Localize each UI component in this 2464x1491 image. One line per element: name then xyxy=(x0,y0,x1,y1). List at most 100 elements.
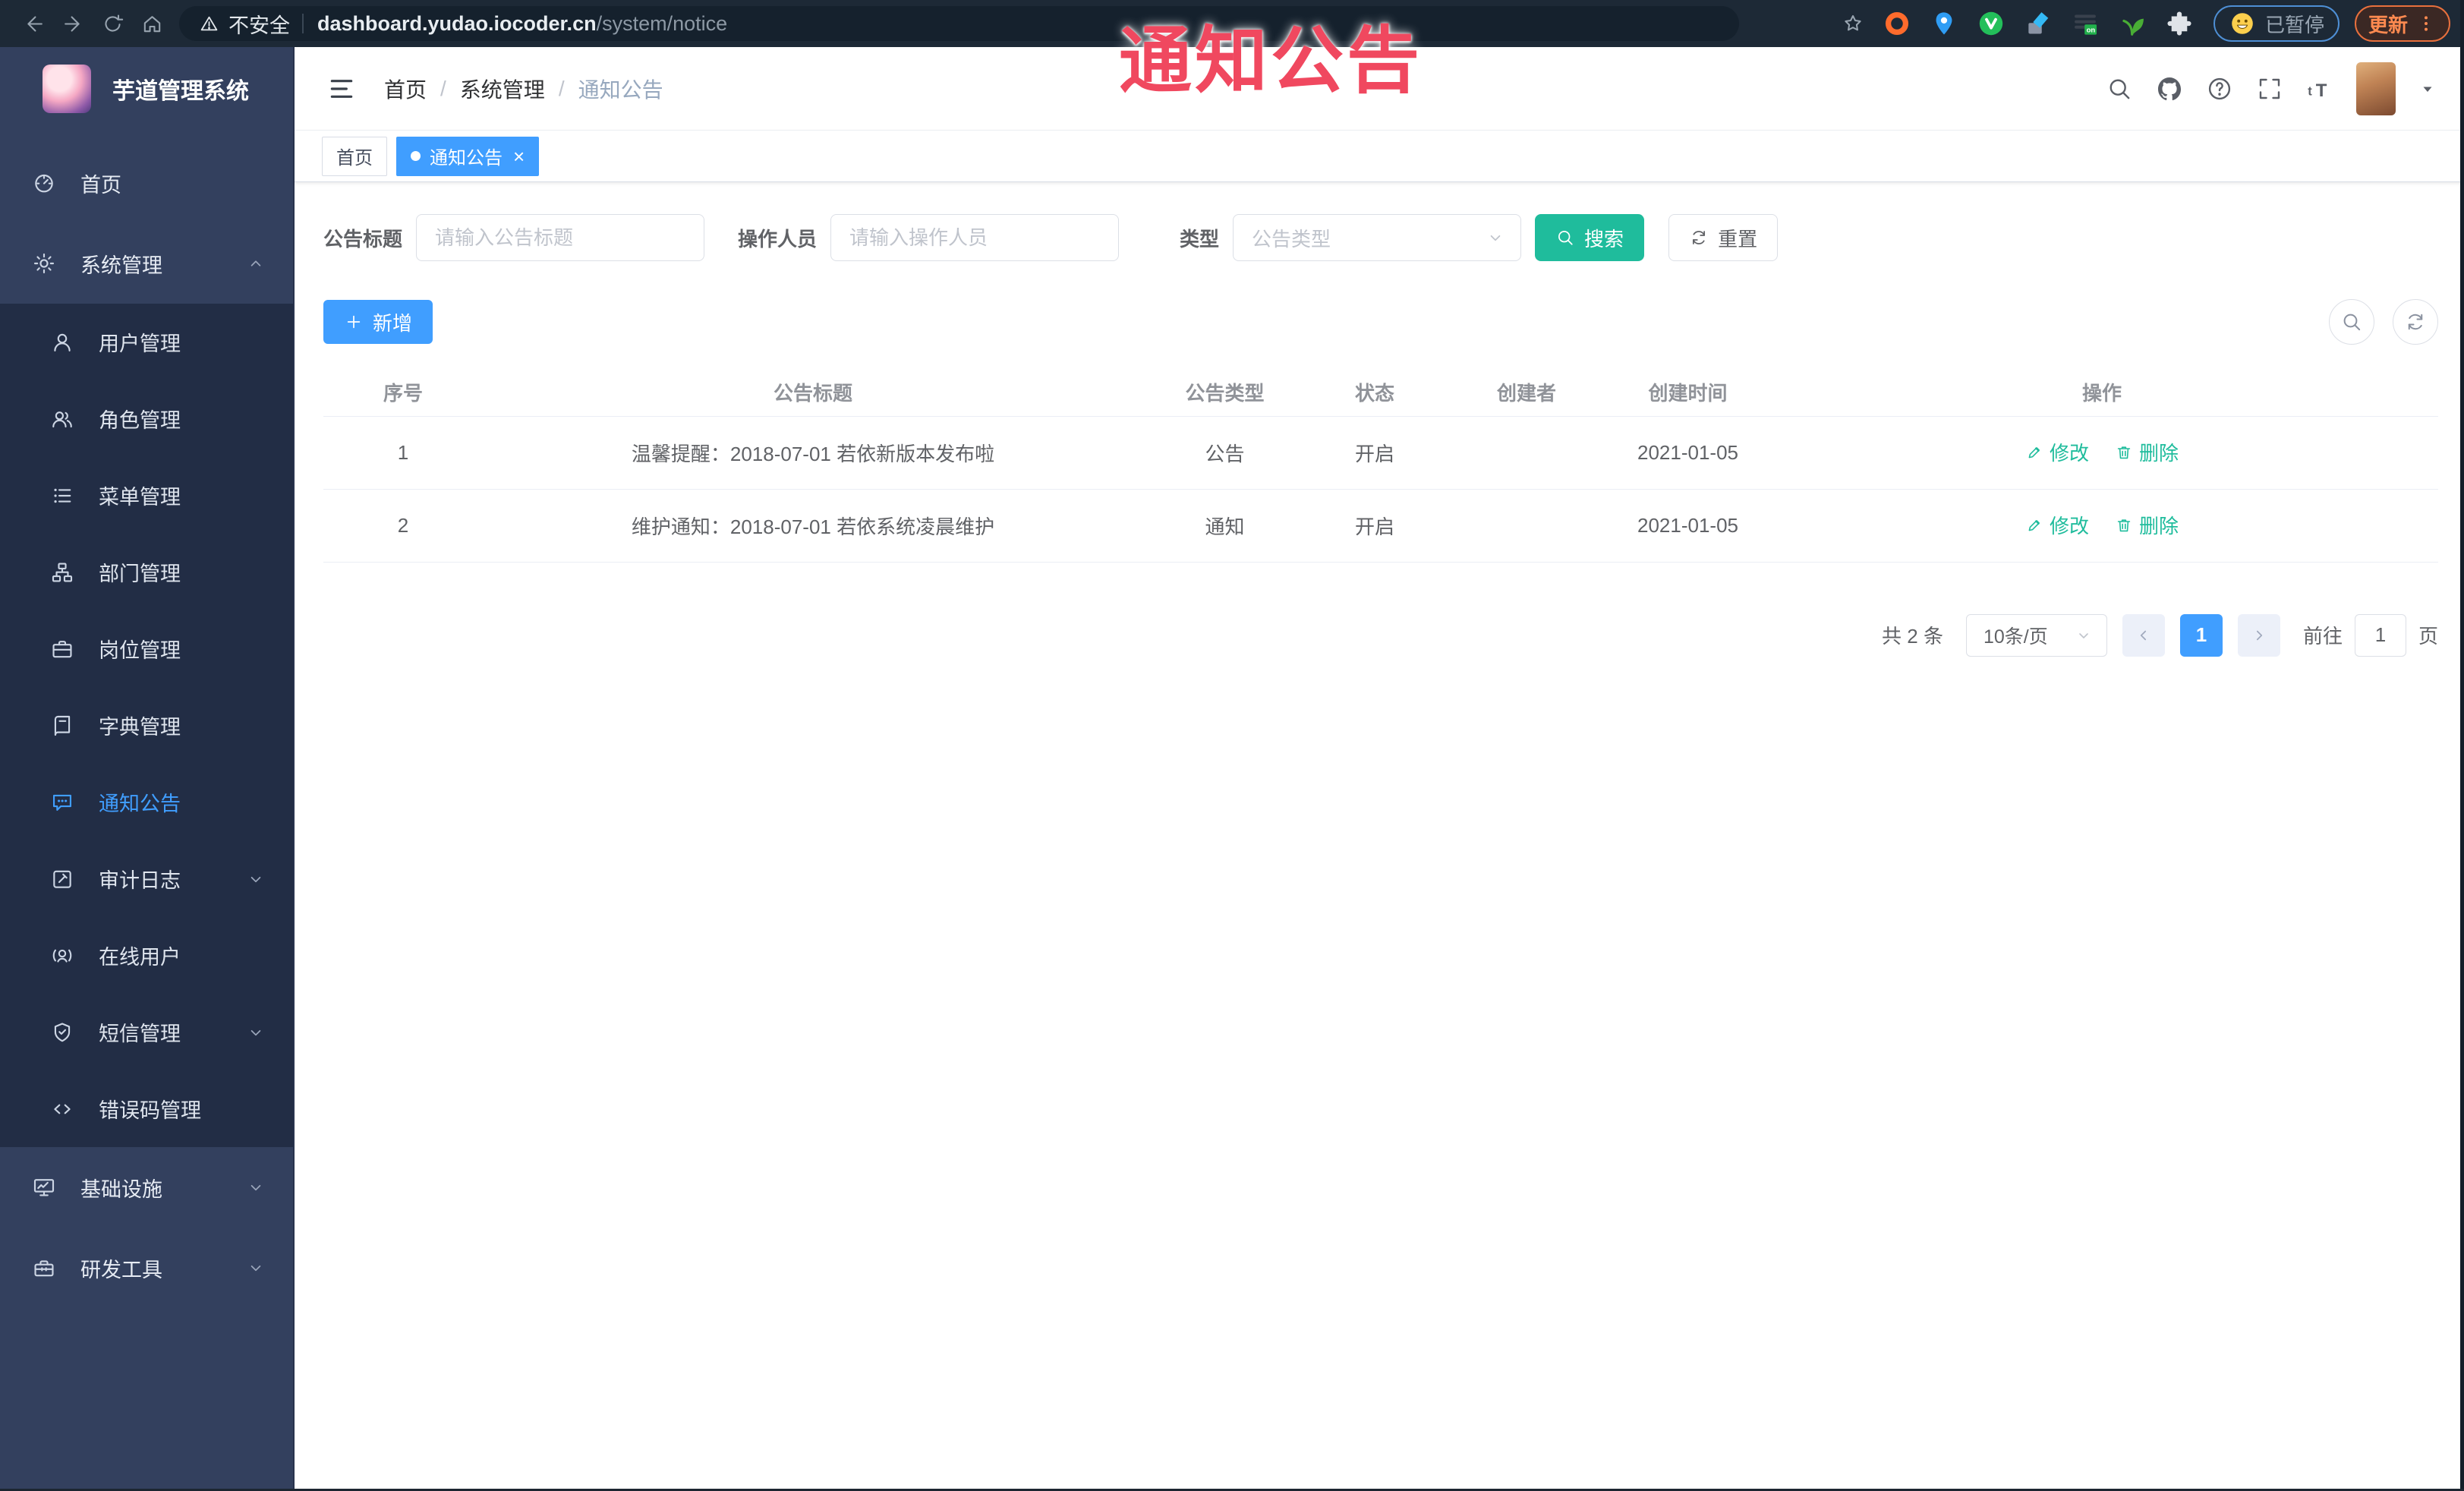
add-button[interactable]: 新增 xyxy=(323,300,433,344)
cell-title: 维护通知：2018-07-01 若依系统凌晨维护 xyxy=(483,489,1143,563)
active-tab-dot xyxy=(411,151,421,161)
reset-button-label: 重置 xyxy=(1718,227,1758,251)
edit-link[interactable]: 修改 xyxy=(2025,511,2089,539)
cell-created: 2021-01-05 xyxy=(1610,416,1766,490)
pagination: 共 2 条 10条/页 1 前往 页 xyxy=(323,613,2438,657)
cell-actions: 修改 删除 xyxy=(1766,416,2438,490)
bookmark-star-button[interactable] xyxy=(1834,5,1872,43)
column-header: 公告标题 xyxy=(483,369,1143,417)
table-row: 2 维护通知：2018-07-01 若依系统凌晨维护 通知 开启 2021-01-05 修… xyxy=(323,489,2438,563)
cell-status: 开启 xyxy=(1306,416,1443,490)
extension-blue-gem-icon[interactable] xyxy=(2018,3,2059,44)
page-number-1[interactable]: 1 xyxy=(2179,613,2223,657)
delete-link[interactable]: 删除 xyxy=(2115,438,2179,466)
sidebar-menu: 首页 系统管理 用户管理 角色管理 菜单管理 部门管理 岗位管理字典管理通知公告审计日志在线… xyxy=(0,131,293,1308)
kebab-menu-icon xyxy=(2415,13,2437,34)
user-avatar[interactable] xyxy=(2356,61,2396,115)
table-header-row: 序号 公告标题 公告类型 状态 创建者 创建时间 操作 xyxy=(323,369,2438,417)
goto-page-input[interactable] xyxy=(2354,613,2406,657)
sidebar-item-infrastructure[interactable]: 基础设施 xyxy=(0,1147,293,1228)
page-size-select[interactable]: 10条/页 xyxy=(1965,613,2107,657)
browser-reload-button[interactable] xyxy=(93,4,132,43)
sidebar-toggle-button[interactable] xyxy=(325,72,358,106)
search-button[interactable] xyxy=(2106,75,2133,102)
extension-green-circle-icon[interactable] xyxy=(1971,3,2012,44)
notice-type-select[interactable]: 公告类型 xyxy=(1233,214,1522,261)
delete-link[interactable]: 删除 xyxy=(2115,511,2179,539)
app-logo[interactable]: 芋道管理系统 xyxy=(0,47,293,131)
extension-blue-pin-icon[interactable] xyxy=(1924,3,1965,44)
sidebar-item-sms-mgmt[interactable]: 短信管理 xyxy=(0,994,293,1070)
browser-right-cluster: on 已暂停 更新 xyxy=(1834,3,2450,44)
sidebar-item-dev-tools[interactable]: 研发工具 xyxy=(0,1228,293,1308)
breadcrumb-item: 通知公告 xyxy=(578,77,663,102)
search-button[interactable]: 搜索 xyxy=(1535,214,1645,261)
extension-puzzle-icon[interactable] xyxy=(2159,3,2200,44)
sidebar-item-user-mgmt[interactable]: 用户管理 xyxy=(0,304,293,380)
toolbox-icon xyxy=(32,1256,56,1280)
next-page-button[interactable] xyxy=(2237,613,2280,657)
tab-label: 首页 xyxy=(336,148,373,169)
extension-orange-ring-icon[interactable] xyxy=(1876,3,1917,44)
sidebar-item-notice-announcement[interactable]: 通知公告 xyxy=(0,764,293,840)
sidebar-item-label: 通知公告 xyxy=(99,793,181,815)
sidebar-item-label: 字典管理 xyxy=(99,716,181,739)
extension-green-sprout-icon[interactable] xyxy=(2112,3,2153,44)
prev-page-button[interactable] xyxy=(2122,613,2165,657)
security-warning-icon xyxy=(199,14,219,34)
chevron-left-icon xyxy=(2134,626,2154,645)
caret-down-icon[interactable] xyxy=(2418,80,2437,98)
edit-link[interactable]: 修改 xyxy=(2025,438,2089,466)
browser-update-button[interactable]: 更新 xyxy=(2354,5,2450,42)
delete-link-label: 删除 xyxy=(2139,442,2179,465)
browser-forward-button[interactable] xyxy=(53,4,93,43)
sidebar-item-menu-mgmt[interactable]: 菜单管理 xyxy=(0,457,293,534)
chevron-down-icon xyxy=(246,869,266,889)
breadcrumb-item[interactable]: 系统管理 xyxy=(460,74,545,104)
sidebar-item-label: 审计日志 xyxy=(99,869,181,892)
menu-list-icon xyxy=(50,484,74,508)
paused-profile-chip[interactable]: 已暂停 xyxy=(2213,5,2340,42)
notice-title-input[interactable] xyxy=(416,214,705,261)
sidebar-item-online-users[interactable]: 在线用户 xyxy=(0,917,293,994)
address-bar[interactable]: 不安全 dashboard.yudao.iocoder.cn/system/no… xyxy=(179,6,1739,41)
notice-icon xyxy=(50,790,74,815)
cell-status: 开启 xyxy=(1306,489,1443,563)
sidebar-item-label: 错误码管理 xyxy=(99,1099,201,1122)
close-tab-icon[interactable]: × xyxy=(513,147,525,166)
browser-back-button[interactable] xyxy=(14,4,53,43)
tab-label: 通知公告 xyxy=(430,148,503,169)
extension-dark-stack-icon[interactable]: on xyxy=(2065,3,2106,44)
plus-icon xyxy=(344,312,364,332)
sidebar-item-system-mgmt[interactable]: 系统管理 xyxy=(0,223,293,304)
reset-button[interactable]: 重置 xyxy=(1668,214,1779,261)
type-label: 类型 xyxy=(1180,227,1220,251)
reload-icon xyxy=(101,12,124,36)
browser-home-button[interactable] xyxy=(132,4,172,43)
fullscreen-button[interactable] xyxy=(2256,75,2283,102)
breadcrumb-separator: / xyxy=(440,76,446,100)
question-button[interactable] xyxy=(2206,75,2233,102)
breadcrumb-separator: / xyxy=(558,76,565,100)
tags-view-bar: 首页 通知公告 × xyxy=(295,131,2464,182)
sidebar-item-error-code-mgmt[interactable]: 错误码管理 xyxy=(0,1070,293,1147)
sidebar-item-role-mgmt[interactable]: 角色管理 xyxy=(0,380,293,457)
breadcrumb-item[interactable]: 首页 xyxy=(384,74,427,104)
github-button[interactable] xyxy=(2156,75,2183,102)
refresh-table-button[interactable] xyxy=(2393,299,2438,345)
sidebar-item-audit-log[interactable]: 审计日志 xyxy=(0,840,293,917)
search-icon xyxy=(2340,310,2363,333)
sidebar-item-post-mgmt[interactable]: 岗位管理 xyxy=(0,610,293,687)
users-icon xyxy=(50,407,74,431)
sidebar-item-dict-mgmt[interactable]: 字典管理 xyxy=(0,687,293,764)
tab-notice[interactable]: 通知公告 × xyxy=(396,136,540,176)
toggle-search-button[interactable] xyxy=(2329,299,2374,345)
tab-home[interactable]: 首页 xyxy=(322,136,387,176)
hamburger-icon xyxy=(327,74,356,103)
sidebar-item-dept-mgmt[interactable]: 部门管理 xyxy=(0,534,293,610)
font-size-button[interactable]: tT xyxy=(2306,75,2333,102)
column-header: 公告类型 xyxy=(1143,369,1306,417)
operator-input[interactable] xyxy=(830,214,1120,261)
screen: 不安全 dashboard.yudao.iocoder.cn/system/no… xyxy=(0,0,2464,1491)
sidebar-item-home[interactable]: 首页 xyxy=(0,143,293,223)
